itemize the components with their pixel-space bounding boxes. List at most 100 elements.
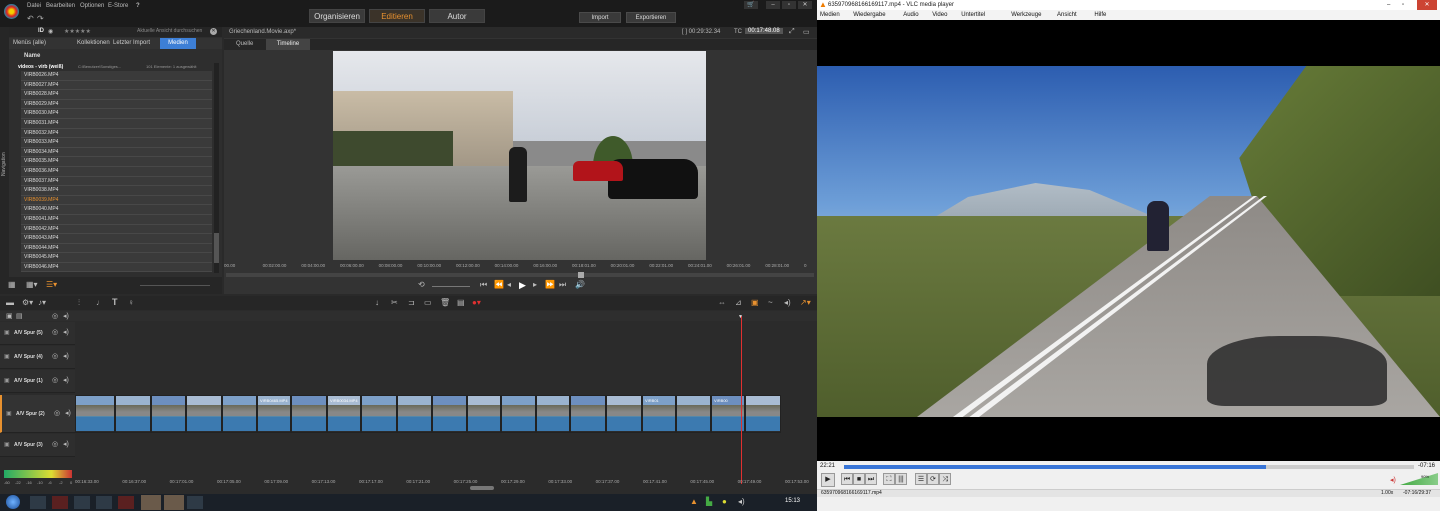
storyboard-icon[interactable]: ▬	[6, 298, 14, 307]
ripple-icon[interactable]: ⇔	[718, 298, 726, 307]
razor-icon[interactable]: ✂	[391, 298, 398, 307]
marker-icon[interactable]: ↓	[375, 298, 379, 307]
thumbnail-view-icon[interactable]: ▦	[8, 280, 16, 289]
vlc-menu-item[interactable]: Wiedergabe	[853, 10, 885, 20]
vlc-menu-item[interactable]: Video	[932, 10, 947, 20]
speaker-icon[interactable]: ◂)	[63, 312, 69, 320]
library-file-item[interactable]: VIRB0035.MP4	[21, 157, 212, 167]
timeline-clip[interactable]: VIRB01	[642, 395, 676, 433]
volume-icon[interactable]: 🔊	[575, 280, 585, 289]
library-file-item[interactable]: VIRB0039.MP4	[21, 195, 212, 206]
eye-icon[interactable]: ◎	[52, 328, 58, 336]
speaker-icon[interactable]: ◂)	[63, 440, 69, 448]
title-icon[interactable]: ♩	[96, 298, 104, 307]
tray-network-icon[interactable]: ▙	[706, 497, 712, 506]
prev-frame-icon[interactable]: ⏪	[494, 280, 504, 289]
import-button[interactable]: Import	[579, 12, 621, 23]
folder-header[interactable]: videos - virb (weiß) C:\Benutzer\Sonstig…	[12, 63, 212, 71]
magnet-icon[interactable]: ⊿	[735, 298, 742, 307]
library-file-item[interactable]: VIRB0044.MP4	[21, 243, 212, 254]
close-icon[interactable]: ✕	[798, 1, 812, 9]
vlc-maximize-icon[interactable]: ▫	[1402, 0, 1404, 10]
minimize-icon[interactable]: –	[766, 1, 780, 9]
column-name-header[interactable]: Name	[24, 53, 40, 59]
vlc-menu-item[interactable]: Medien	[820, 10, 840, 20]
vlc-seek-bar[interactable]	[844, 465, 1414, 469]
taskbar-clock[interactable]: 15:13	[785, 498, 800, 504]
vlc-menu-item[interactable]: Untertitel	[961, 10, 985, 20]
menu-file[interactable]: Datei	[27, 3, 41, 9]
speaker-icon[interactable]: ◂)	[65, 409, 71, 417]
timeline-clip[interactable]	[291, 395, 327, 433]
timeline-clip[interactable]	[115, 395, 151, 433]
track-header[interactable]: ▣ A/V Spur (2) ◎ ◂)	[0, 395, 75, 433]
timeline-clip[interactable]	[361, 395, 397, 433]
redo-icon[interactable]: ↷	[37, 14, 44, 23]
library-file-item[interactable]: VIRB0040.MP4	[21, 205, 212, 215]
track-lock-icon[interactable]: ▣	[6, 410, 12, 417]
vlc-speed[interactable]: 1.00x	[1381, 490, 1393, 496]
playhead[interactable]	[741, 316, 742, 484]
clear-search-icon[interactable]: ✕	[210, 28, 217, 35]
library-file-item[interactable]: VIRB0027.MP4	[21, 80, 212, 91]
timeline-clip[interactable]: VIRB00	[711, 395, 745, 433]
tab-menus[interactable]: Menüs (alle)	[13, 40, 46, 46]
timeline-clip[interactable]	[432, 395, 467, 433]
play-icon[interactable]: ▶	[519, 280, 526, 291]
vlc-extended-settings-icon[interactable]: |||	[895, 473, 907, 485]
timeline-clip[interactable]	[745, 395, 781, 433]
timeline-clip[interactable]	[467, 395, 501, 433]
timeline-clip[interactable]	[397, 395, 432, 433]
start-button-icon[interactable]	[6, 495, 20, 509]
next-frame-icon[interactable]: ⏩	[545, 280, 555, 289]
tab-source[interactable]: Quelle	[236, 41, 253, 47]
maximize-icon[interactable]: ▫	[782, 1, 796, 9]
taskbar-opera-icon[interactable]	[52, 496, 68, 509]
grid-view-icon[interactable]: ▦▾	[26, 280, 38, 289]
vlc-shuffle-icon[interactable]: ⤨	[939, 473, 951, 485]
smart-icon[interactable]: ~	[768, 298, 773, 307]
preview-ruler[interactable]: 00.00 00:02:00.00 00:04:00.00 00:06:00.00 00…	[224, 263, 817, 271]
library-scrollbar[interactable]	[214, 63, 219, 273]
cart-icon[interactable]: 🛒	[744, 1, 758, 9]
preview-scrubber[interactable]	[226, 272, 814, 278]
timeline-clip[interactable]	[151, 395, 186, 433]
library-file-item[interactable]: VIRB0037.MP4	[21, 176, 212, 187]
timeline-ruler[interactable]: 00:16:33.00 00:16:37.00 00:17:01.00 00:17:0…	[75, 479, 817, 487]
mode-organize-button[interactable]: Organisieren	[309, 9, 365, 23]
library-file-item[interactable]: VIRB0030.MP4	[21, 109, 212, 119]
vlc-loop-icon[interactable]: ⟳	[927, 473, 939, 485]
shuttle-slider[interactable]	[432, 286, 470, 287]
library-file-item[interactable]: VIRB0028.MP4	[21, 90, 212, 100]
mode-author-button[interactable]: Autor	[429, 9, 485, 23]
step-back-icon[interactable]: ◂	[507, 280, 511, 289]
vlc-menu-item[interactable]: Ansicht	[1057, 10, 1077, 20]
tab-last-import[interactable]: Letzter Import	[113, 40, 150, 46]
taskbar-explorer-icon[interactable]	[74, 496, 90, 509]
vlc-menu-item[interactable]: Audio	[903, 10, 918, 20]
dynamic-length-icon[interactable]: ↗▾	[800, 298, 811, 307]
tab-timeline[interactable]: Timeline	[266, 39, 310, 50]
tab-media[interactable]: Medien	[160, 38, 196, 49]
eye-icon[interactable]: ◎	[52, 440, 58, 448]
menu-help[interactable]: ?	[136, 3, 140, 9]
step-forward-icon[interactable]: ▸	[533, 280, 537, 289]
vlc-next-icon[interactable]: ⏭	[865, 473, 877, 485]
track-header[interactable]: ▣ A/V Spur (5) ◎ ◂)	[0, 322, 75, 345]
vlc-previous-icon[interactable]: ⏮	[841, 473, 853, 485]
menu-options[interactable]: Optionen	[80, 3, 104, 9]
zoom-slider[interactable]	[140, 285, 210, 286]
library-file-item[interactable]: VIRB0038.MP4	[21, 186, 212, 196]
export-button[interactable]: Exportieren	[626, 12, 676, 23]
library-file-item[interactable]: VIRB0026.MP4	[21, 71, 212, 81]
snapshot-icon[interactable]: ▭	[424, 298, 432, 307]
audio-mix-icon[interactable]: ♪▾	[38, 298, 46, 307]
taskbar-chrome-icon[interactable]	[30, 496, 46, 509]
trim-icon[interactable]: ⊐	[408, 298, 415, 307]
menu-estore[interactable]: E-Store	[108, 3, 128, 9]
track-options-icon[interactable]: ▤	[16, 312, 23, 320]
track-lock-icon[interactable]: ▣	[4, 329, 10, 336]
taskbar-app-icon[interactable]	[187, 496, 203, 509]
tab-collections[interactable]: Kollektionen	[77, 40, 110, 46]
taskbar-app-icon[interactable]	[118, 496, 134, 509]
